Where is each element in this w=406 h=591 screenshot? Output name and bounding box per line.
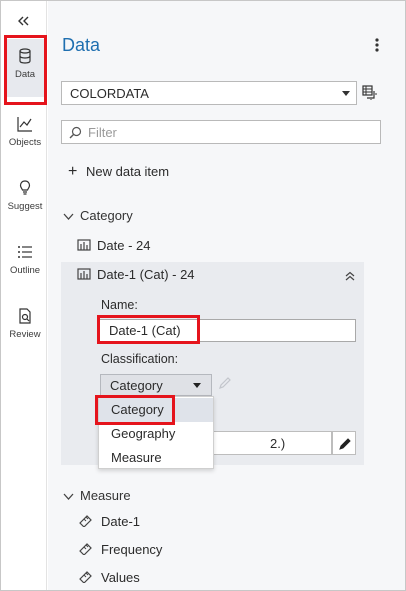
data-item-label: Date-1 [101,514,141,529]
category-group-label: Category [80,208,133,223]
highlight-box-name [97,315,200,344]
table-icon[interactable] [362,85,377,100]
classification-label: Classification: [101,352,179,366]
pencil-icon [219,377,231,389]
data-source-select[interactable]: COLORDATA [61,81,357,105]
category-item-icon [77,239,91,251]
dropdown-option-measure[interactable]: Measure [99,446,213,470]
data-item-label: Date - 24 [97,238,151,253]
rail-item-suggest[interactable]: Suggest [5,171,45,229]
data-source-value: COLORDATA [70,86,149,101]
rail-item-label: Suggest [7,201,43,212]
data-pane: Data COLORDATA Filter + New data item Cat… [48,1,405,590]
format-input[interactable]: 2.) [207,431,332,455]
data-item-label: Frequency [101,542,163,557]
measure-group-header[interactable]: Measure [63,488,131,503]
rail-item-outline[interactable]: Outline [5,235,45,293]
rail-item-review[interactable]: Review [5,299,45,357]
classification-value: Category [110,378,163,393]
chevron-down-icon [63,493,74,501]
data-item-date[interactable]: Date - 24 [77,238,150,253]
chevron-down-icon [342,91,350,96]
plus-icon: + [68,163,78,180]
double-chevron-left-icon[interactable] [15,12,33,30]
new-data-item-label: New data item [86,164,170,179]
rail-item-label: Outline [9,265,41,276]
highlight-box-data-tab [4,35,47,105]
line-chart-icon [17,117,32,132]
filter-input[interactable]: Filter [61,120,381,144]
new-data-item-button[interactable]: + New data item [68,163,170,180]
category-group-header[interactable]: Category [63,208,133,223]
rail-item-objects[interactable]: Objects [5,107,45,165]
filter-placeholder: Filter [88,125,117,140]
measure-item-icon [79,543,92,555]
classification-select[interactable]: Category [100,374,212,396]
data-item-date-1-cat[interactable]: Date-1 (Cat) - 24 [77,267,195,282]
chevron-double-up-icon[interactable] [344,271,356,281]
search-icon [69,126,82,139]
format-input-value: 2.) [270,436,286,451]
highlight-box-category-option [95,395,175,425]
data-item-values[interactable]: Values [78,570,140,585]
page-title: Data [62,35,101,55]
pencil-icon [339,438,351,450]
list-icon [18,246,32,258]
chevron-down-icon [63,213,74,221]
review-icon [19,308,31,324]
rail-item-label: Review [9,329,41,340]
name-label: Name: [101,298,138,312]
measure-group-label: Measure [80,488,131,503]
data-item-label: Values [101,570,140,585]
category-item-icon [77,268,91,280]
data-item-label: Date-1 (Cat) - 24 [97,267,195,282]
chevron-down-icon [193,383,201,388]
data-item-frequency[interactable]: Frequency [78,542,162,557]
measure-item-icon [79,571,92,583]
measure-item-icon [79,515,92,527]
lightbulb-icon [19,180,31,195]
data-item-date-1[interactable]: Date-1 [78,514,140,529]
dropdown-option-geography[interactable]: Geography [99,422,213,446]
more-options-icon[interactable] [370,36,384,54]
edit-format-button[interactable] [332,431,356,455]
rail-item-label: Objects [8,137,42,148]
